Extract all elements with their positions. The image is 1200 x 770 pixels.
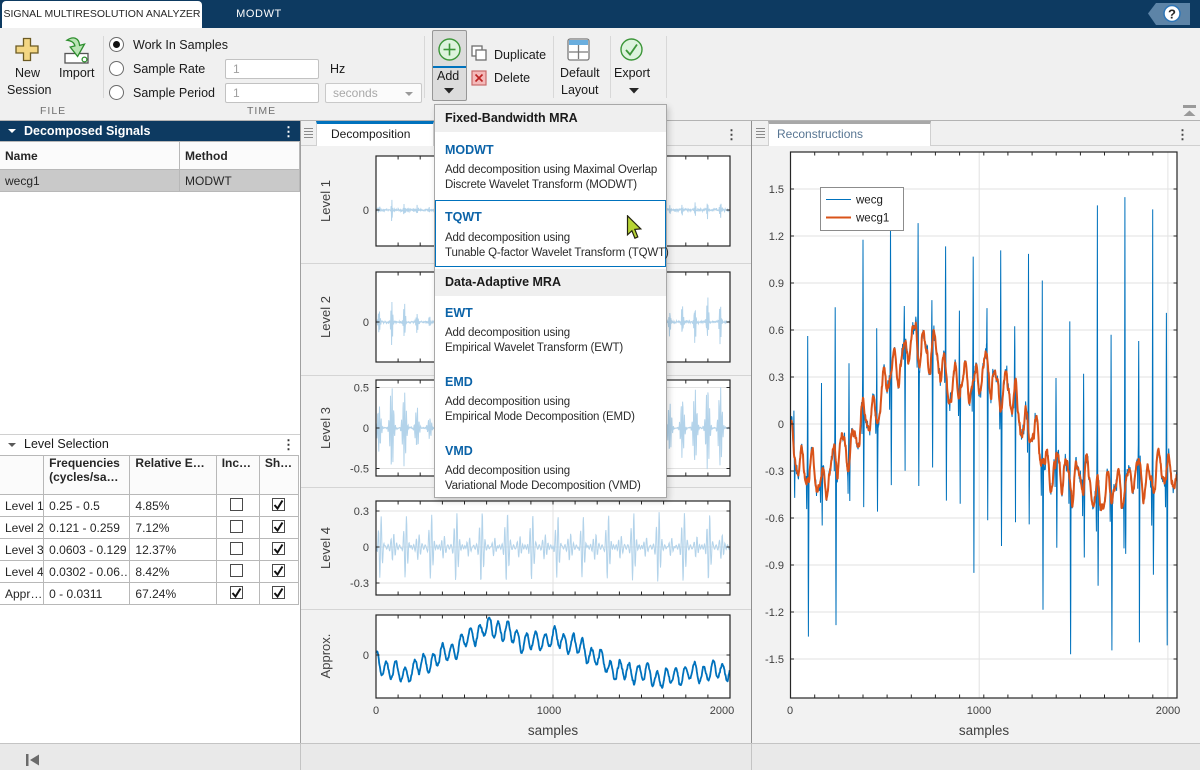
svg-text:1.2: 1.2 bbox=[769, 231, 784, 243]
svg-text:-0.6: -0.6 bbox=[765, 513, 784, 525]
svg-text:Level 1: Level 1 bbox=[318, 180, 333, 222]
svg-text:0: 0 bbox=[778, 419, 784, 431]
svg-text:Level 3: Level 3 bbox=[318, 407, 333, 449]
svg-text:2000: 2000 bbox=[1156, 705, 1180, 717]
svg-text:1000: 1000 bbox=[967, 705, 991, 717]
svg-text:samples: samples bbox=[959, 723, 1010, 738]
svg-text:0: 0 bbox=[373, 705, 379, 717]
svg-text:0: 0 bbox=[363, 542, 369, 554]
svg-text:wecg: wecg bbox=[855, 195, 883, 207]
svg-text:0: 0 bbox=[363, 650, 369, 662]
svg-text:Level 4: Level 4 bbox=[318, 527, 333, 569]
svg-text:samples: samples bbox=[528, 723, 579, 738]
svg-text:0: 0 bbox=[363, 423, 369, 435]
svg-text:-1.5: -1.5 bbox=[765, 654, 784, 666]
svg-text:1.5: 1.5 bbox=[769, 184, 784, 196]
svg-text:0.5: 0.5 bbox=[354, 383, 369, 395]
svg-text:1000: 1000 bbox=[537, 705, 561, 717]
svg-text:2000: 2000 bbox=[710, 705, 734, 717]
svg-text:0.3: 0.3 bbox=[354, 506, 369, 518]
svg-text:-0.3: -0.3 bbox=[765, 466, 784, 478]
svg-text:0: 0 bbox=[787, 705, 793, 717]
svg-text:0.3: 0.3 bbox=[769, 372, 784, 384]
svg-text:wecg1: wecg1 bbox=[855, 213, 889, 225]
svg-text:Approx.: Approx. bbox=[318, 634, 333, 679]
svg-text:0: 0 bbox=[363, 205, 369, 217]
svg-text:-1.2: -1.2 bbox=[765, 607, 784, 619]
svg-text:?: ? bbox=[1168, 7, 1176, 22]
svg-text:0.9: 0.9 bbox=[769, 278, 784, 290]
svg-text:-0.5: -0.5 bbox=[350, 464, 369, 476]
svg-text:0.6: 0.6 bbox=[769, 325, 784, 337]
svg-text:Level 2: Level 2 bbox=[318, 296, 333, 338]
svg-text:0: 0 bbox=[363, 317, 369, 329]
svg-text:-0.9: -0.9 bbox=[765, 560, 784, 572]
svg-text:-0.3: -0.3 bbox=[350, 578, 369, 590]
